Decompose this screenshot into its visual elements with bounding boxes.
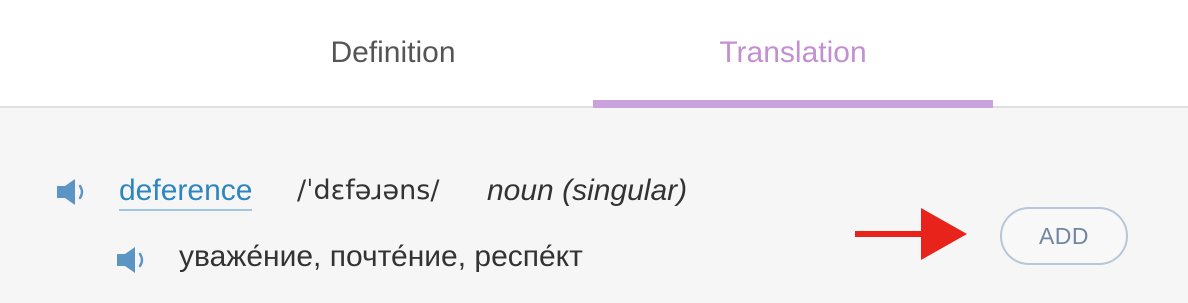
translation-text: уваже́ние, почте́ние, респе́кт (179, 240, 583, 273)
speaker-icon[interactable] (56, 177, 88, 207)
active-tab-indicator (593, 100, 993, 108)
add-button-label: ADD (1038, 222, 1090, 249)
tab-translation[interactable]: Translation (593, 0, 993, 106)
word-link[interactable]: deference (119, 173, 253, 211)
part-of-speech: noun (singular) (487, 174, 688, 207)
speaker-icon[interactable] (116, 245, 148, 275)
tab-definition[interactable]: Definition (193, 0, 593, 106)
add-button[interactable]: ADD (1000, 207, 1128, 265)
tab-bar: Definition Translation (0, 0, 1188, 108)
tab-translation-label: Translation (719, 36, 867, 69)
red-arrow-icon (855, 208, 967, 260)
pronunciation: /ˈdɛfəɹəns/ (297, 175, 440, 206)
tab-definition-label: Definition (330, 36, 456, 69)
